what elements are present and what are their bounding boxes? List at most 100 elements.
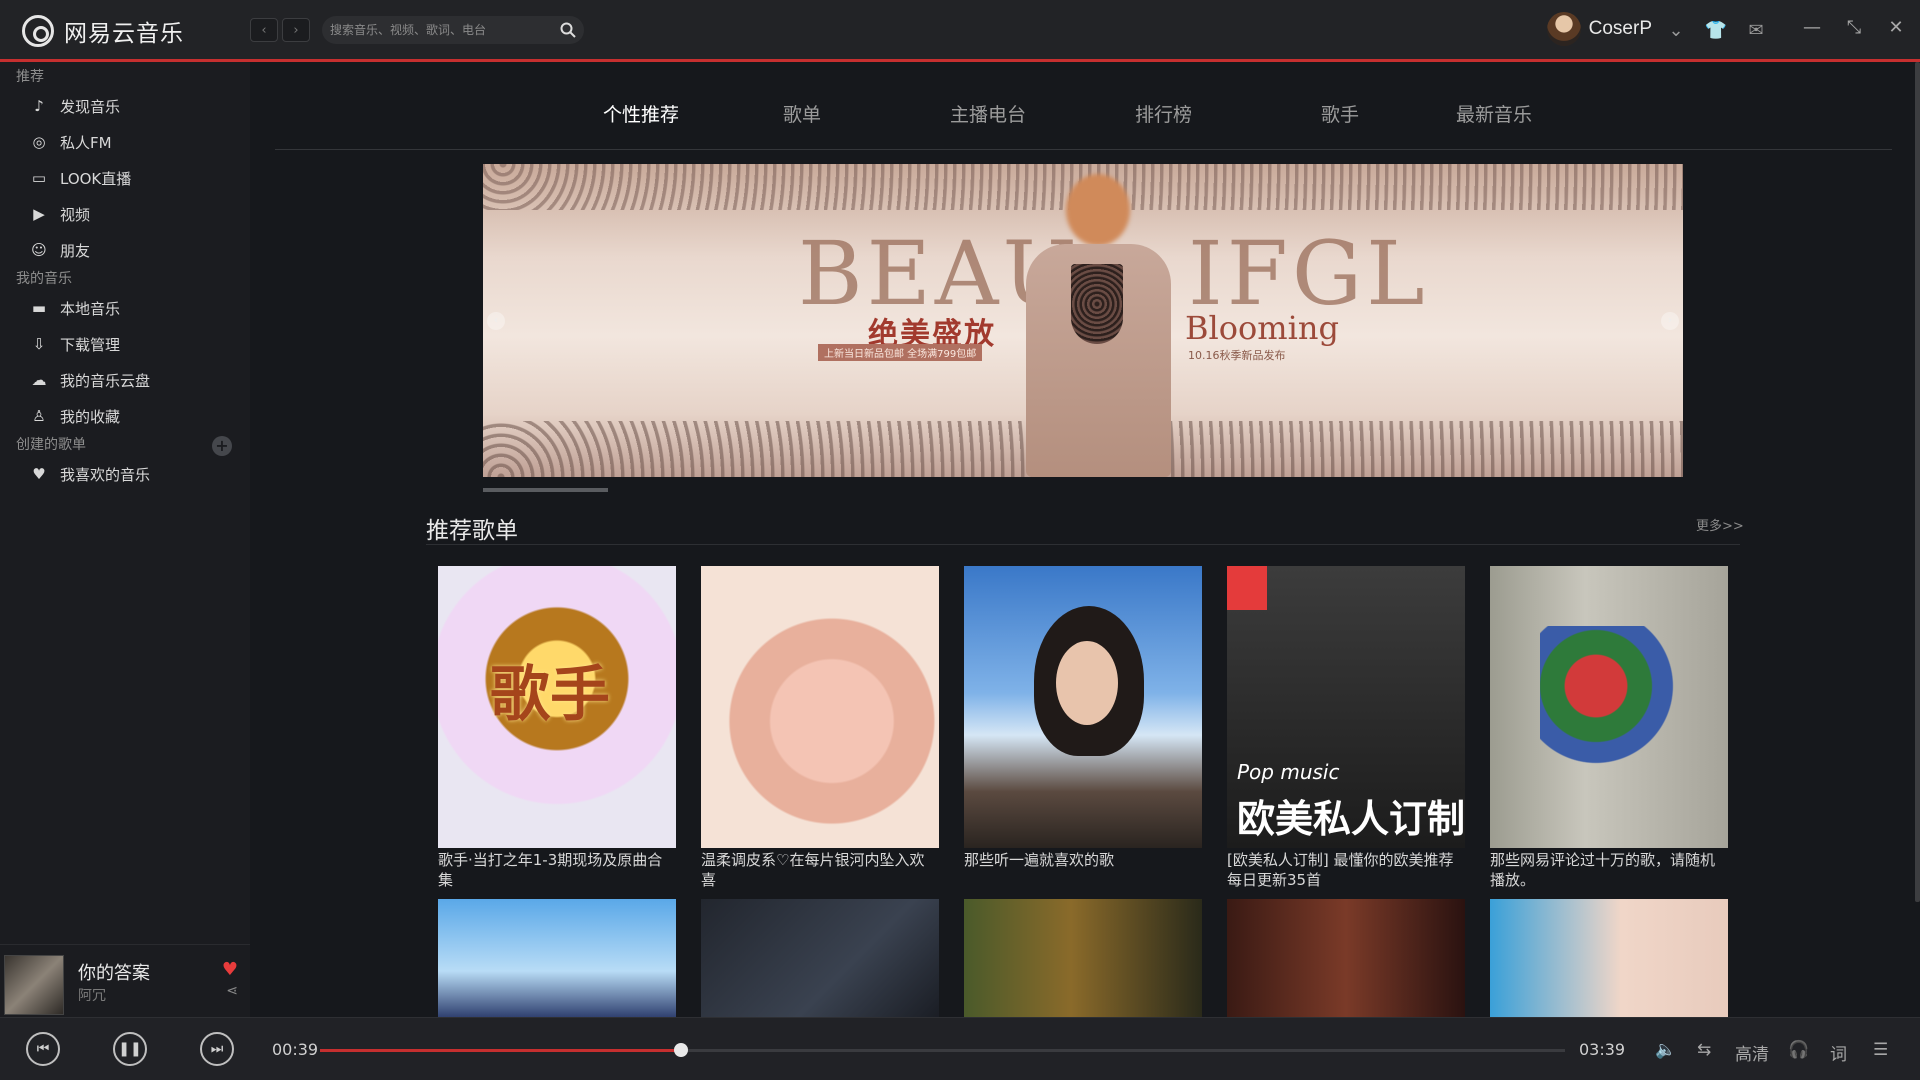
playlist-cover[interactable] <box>964 899 1202 1017</box>
tab-playlists[interactable]: 歌单 <box>783 100 821 127</box>
banner-model-image <box>1011 174 1181 477</box>
sidebar-item-label: 发现音乐 <box>60 97 121 116</box>
playlist-card[interactable]: 那些听一遍就喜欢的歌 <box>964 566 1202 892</box>
progress-knob[interactable] <box>674 1043 689 1057</box>
playlist-title[interactable]: 那些听一遍就喜欢的歌 <box>964 850 1202 892</box>
banner-next-icon[interactable]: › <box>1661 312 1679 330</box>
now-playing[interactable]: 你的答案 阿冗 ♥ ⋖ <box>0 944 250 1017</box>
playlist-cover[interactable]: Pop music 欧美私人订制 <box>1227 566 1465 848</box>
sidebar-item-collection[interactable]: ♙ 我的收藏 <box>0 398 250 434</box>
playlist-card[interactable] <box>1227 899 1465 1017</box>
sidebar-item-download[interactable]: ⇩ 下载管理 <box>0 326 250 362</box>
playlist-card[interactable]: Pop music 欧美私人订制 [欧美私人订制] 最懂你的欧美推荐 每日更新3… <box>1227 566 1465 892</box>
forward-button[interactable]: › <box>282 18 310 42</box>
app-logo[interactable]: 网易云音乐 <box>22 14 184 48</box>
mail-icon[interactable]: ✉ <box>1744 18 1768 42</box>
sidebar-section-recommend: 推荐 <box>16 69 44 85</box>
tab-bar: 个性推荐 歌单 主播电台 排行榜 歌手 最新音乐 <box>275 62 1892 150</box>
playlist-cover[interactable]: 歌手 <box>438 566 676 848</box>
sidebar-item-cloud[interactable]: ☁ 我的音乐云盘 <box>0 362 250 398</box>
add-playlist-button[interactable]: + <box>212 436 232 456</box>
netease-badge-icon <box>1227 566 1267 610</box>
album-cover[interactable] <box>4 955 64 1015</box>
playlist-card[interactable] <box>438 899 676 1017</box>
chevron-down-icon[interactable]: ⌄ <box>1664 18 1688 42</box>
lyrics-label[interactable]: 词 <box>1830 1040 1847 1065</box>
playlist-title[interactable]: [欧美私人订制] 最懂你的欧美推荐 每日更新35首 <box>1227 850 1465 892</box>
banner-date: 10.16秋季新品发布 <box>1188 349 1286 362</box>
quality-label[interactable]: 高清 <box>1735 1040 1769 1065</box>
previous-icon[interactable]: ⏮ <box>26 1032 60 1066</box>
playlist-cover[interactable] <box>1490 566 1728 848</box>
sidebar-item-label: 视频 <box>60 205 91 224</box>
sidebar-item-friends[interactable]: ☺ 朋友 <box>0 232 250 268</box>
tab-artists[interactable]: 歌手 <box>1321 100 1359 127</box>
playlist-card[interactable]: 歌手 歌手·当打之年1-3期现场及原曲合集 <box>438 566 676 892</box>
skin-icon[interactable]: 👕 <box>1704 18 1728 42</box>
username[interactable]: CoserP <box>1589 18 1652 40</box>
music-note-icon: ♪ <box>34 97 44 115</box>
playlist-cover[interactable] <box>701 899 939 1017</box>
playlist-title[interactable]: 温柔调皮系♡在每片银河内坠入欢喜 <box>701 850 939 892</box>
tab-new-music[interactable]: 最新音乐 <box>1456 100 1532 127</box>
avatar[interactable] <box>1546 12 1581 46</box>
next-icon[interactable]: ⏭ <box>200 1032 234 1066</box>
now-playing-artist[interactable]: 阿冗 <box>78 985 106 1005</box>
restore-icon[interactable]: ⤡ <box>1844 16 1864 40</box>
sidebar-item-label: 我的收藏 <box>60 407 121 426</box>
sidebar-item-label: 朋友 <box>60 241 91 260</box>
playlist-cover[interactable] <box>964 566 1202 848</box>
tab-charts[interactable]: 排行榜 <box>1135 100 1192 127</box>
download-icon: ⇩ <box>32 335 46 353</box>
live-icon: ▭ <box>31 169 47 187</box>
search-icon[interactable] <box>560 22 576 38</box>
playlist-cover[interactable] <box>701 566 939 848</box>
playlist-title[interactable]: 歌手·当打之年1-3期现场及原曲合集 <box>438 850 676 892</box>
playlist-card[interactable] <box>701 899 939 1017</box>
playlist-cover[interactable] <box>1227 899 1465 1017</box>
banner-carousel[interactable]: BEAU IFGL 绝美盛放 上新当日新品包邮 全场满799包邮 Bloomin… <box>483 164 1683 477</box>
playlist-cover[interactable] <box>438 899 676 1017</box>
progress-fill <box>320 1049 682 1052</box>
repeat-icon[interactable]: ⇆ <box>1697 1040 1711 1060</box>
sidebar-item-fm[interactable]: ◎ 私人FM <box>0 124 250 160</box>
banner-prev-icon[interactable]: ‹ <box>487 312 505 330</box>
sidebar-section-my-music: 我的音乐 <box>16 271 72 287</box>
playlist-cover[interactable] <box>1490 899 1728 1017</box>
tab-radio[interactable]: 主播电台 <box>950 100 1026 127</box>
sidebar-item-liked[interactable]: ♥ 我喜欢的音乐 <box>0 456 250 492</box>
search-input[interactable] <box>322 16 552 44</box>
scrollbar[interactable] <box>1915 62 1920 902</box>
more-link[interactable]: 更多>> <box>1696 515 1744 534</box>
playlist-card[interactable] <box>1490 899 1728 1017</box>
section-label: 创建的歌单 <box>16 437 86 453</box>
headphone-icon[interactable]: 🎧 <box>1788 1040 1809 1060</box>
main-content: 个性推荐 歌单 主播电台 排行榜 歌手 最新音乐 BEAU IFGL 绝美盛放 … <box>250 62 1918 1017</box>
share-icon[interactable]: ⋖ <box>226 983 238 999</box>
banner-promo-text: 上新当日新品包邮 全场满799包邮 <box>818 344 983 361</box>
minimize-icon[interactable]: — <box>1802 16 1822 40</box>
now-playing-title: 你的答案 <box>78 963 150 984</box>
elapsed-time: 00:39 <box>272 1040 319 1059</box>
sidebar-item-discover[interactable]: ♪ 发现音乐 <box>0 88 250 124</box>
playlist-card[interactable]: 那些网易评论过十万的歌，请随机播放。 <box>1490 566 1728 892</box>
playlist-title[interactable]: 那些网易评论过十万的歌，请随机播放。 <box>1490 850 1728 892</box>
progress-bar[interactable] <box>320 1043 1565 1057</box>
search-box <box>322 16 584 44</box>
section-title: 推荐歌单 <box>426 518 518 544</box>
sidebar-item-video[interactable]: ▶ 视频 <box>0 196 250 232</box>
playlist-card[interactable]: 温柔调皮系♡在每片银河内坠入欢喜 <box>701 566 939 892</box>
sidebar-item-local[interactable]: ▬ 本地音乐 <box>0 290 250 326</box>
like-icon[interactable]: ♥ <box>222 959 238 980</box>
user-profile[interactable]: CoserP <box>1546 12 1652 46</box>
pause-icon[interactable]: ❚❚ <box>113 1032 147 1066</box>
carousel-indicator[interactable] <box>483 488 608 492</box>
volume-icon[interactable]: 🔈 <box>1655 1040 1676 1060</box>
back-button[interactable]: ‹ <box>250 18 278 42</box>
playlist-icon[interactable]: ☰ <box>1873 1040 1888 1060</box>
close-icon[interactable]: ✕ <box>1886 16 1906 40</box>
playlist-card[interactable] <box>964 899 1202 1017</box>
tab-personal[interactable]: 个性推荐 <box>603 100 679 127</box>
friends-icon: ☺ <box>31 241 47 259</box>
sidebar-item-look[interactable]: ▭ LOOK直播 <box>0 160 250 196</box>
